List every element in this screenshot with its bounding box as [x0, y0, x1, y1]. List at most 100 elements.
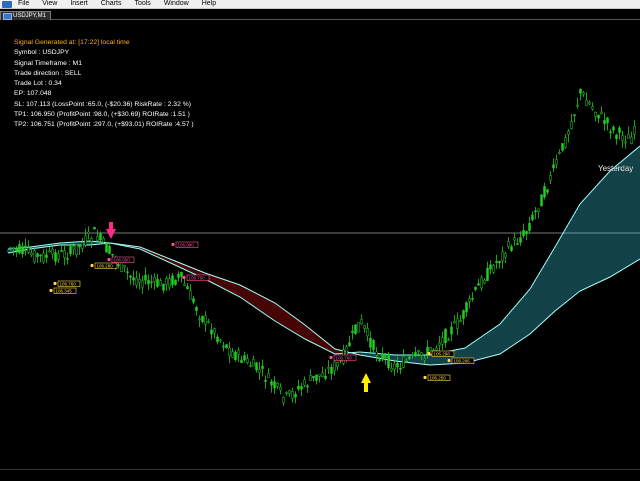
candle-body	[165, 277, 168, 286]
candle-body	[378, 359, 381, 362]
candle-body	[381, 353, 384, 360]
candle-body	[150, 281, 153, 284]
candle-body	[117, 264, 120, 266]
candle-body	[135, 277, 138, 286]
candle-body	[132, 277, 135, 281]
candle-body	[201, 315, 204, 322]
candle-body	[288, 390, 291, 394]
menu-window[interactable]: Window	[164, 0, 189, 8]
candle-body	[111, 253, 114, 256]
price-tag-dot	[182, 275, 186, 280]
signal-trade-lot: Trade Lot : 0.34	[14, 80, 62, 88]
candle-body	[327, 367, 330, 369]
candle-body	[597, 114, 600, 119]
candle-body	[630, 136, 633, 144]
candle-body	[264, 379, 267, 382]
menu-bar: File View Insert Charts Tools Window Hel…	[0, 0, 640, 9]
candle-body	[102, 237, 105, 243]
menu-tools[interactable]: Tools	[134, 0, 150, 8]
candle-body	[198, 318, 201, 320]
price-tag-dot	[329, 355, 333, 360]
candle-body	[333, 361, 336, 371]
candle-body	[498, 261, 501, 264]
sell-arrow-icon	[106, 222, 116, 239]
candle-body	[24, 245, 27, 249]
price-tag-text: 106.345	[56, 289, 73, 294]
candle-body	[18, 244, 21, 253]
buy-arrow-icon	[361, 373, 371, 392]
candle-body	[363, 325, 366, 329]
candle-body	[231, 351, 234, 358]
candle-body	[531, 214, 534, 221]
candle-body	[606, 117, 609, 124]
menu-charts[interactable]: Charts	[101, 0, 122, 8]
candle-body	[36, 253, 39, 257]
price-tag-dot	[447, 358, 451, 363]
candle-body	[492, 265, 495, 273]
candle-body	[591, 106, 594, 110]
candle-body	[273, 381, 276, 389]
candle-body	[123, 265, 126, 268]
candle-body	[369, 338, 372, 348]
candle-body	[612, 126, 615, 131]
candle-body	[600, 111, 603, 114]
candle-body	[420, 352, 423, 356]
candle-body	[96, 236, 99, 241]
candle-body	[105, 242, 108, 253]
candle-body	[276, 382, 279, 387]
price-tag-text: 106.990	[178, 243, 195, 248]
signal-timeframe: Signal Timeframe : M1	[14, 59, 82, 67]
candle-body	[213, 328, 216, 334]
candle-body	[456, 318, 459, 330]
signal-take-profit-1: TP1: 106.950 (ProfitPoint :98.0, (+$30.6…	[14, 111, 190, 119]
candle-body	[564, 137, 567, 148]
candle-body	[294, 393, 297, 398]
candle-body	[540, 194, 543, 207]
candle-body	[258, 369, 261, 373]
price-tag-text: 106.296	[454, 359, 471, 364]
candle-body	[585, 99, 588, 106]
candle-body	[228, 347, 231, 356]
price-tag-text: 106.760	[60, 282, 77, 287]
candle-body	[627, 134, 630, 139]
menu-help[interactable]: Help	[202, 0, 216, 8]
candle-body	[501, 251, 504, 262]
candle-body	[192, 298, 195, 303]
candle-body	[483, 279, 486, 284]
menu-view[interactable]: View	[42, 0, 57, 8]
candle-body	[171, 275, 174, 286]
candle-body	[375, 351, 378, 356]
menu-file[interactable]: File	[18, 0, 29, 8]
chart-tab-usdjpy[interactable]: USDJPY,M1	[0, 11, 51, 20]
chart-tab-bar	[0, 9, 640, 20]
candle-body	[195, 307, 198, 311]
price-tag-dot	[90, 263, 94, 268]
candle-body	[396, 362, 399, 368]
candle-body	[360, 318, 363, 325]
candle-body	[261, 366, 264, 369]
price-tag-text: 106.760	[189, 276, 206, 281]
candle-body	[552, 164, 555, 169]
candle-body	[222, 345, 225, 348]
candle-body	[189, 290, 192, 300]
candle-body	[30, 252, 33, 256]
candle-body	[576, 104, 579, 107]
menu-insert[interactable]: Insert	[70, 0, 88, 8]
candle-body	[462, 310, 465, 319]
candle-body	[495, 261, 498, 263]
price-tag-text: 106.760	[336, 356, 353, 361]
candle-body	[48, 250, 51, 253]
candle-body	[159, 280, 162, 286]
candle-body	[438, 342, 441, 346]
candle-body	[267, 372, 270, 378]
candle-body	[468, 298, 471, 302]
candle-body	[177, 274, 180, 278]
candle-body	[210, 329, 213, 335]
candle-body	[447, 339, 450, 341]
candle-body	[270, 381, 273, 386]
candle-body	[543, 186, 546, 198]
candle-body	[546, 189, 549, 193]
candle-body	[351, 330, 354, 333]
candle-body	[108, 245, 111, 254]
candle-body	[156, 279, 159, 287]
